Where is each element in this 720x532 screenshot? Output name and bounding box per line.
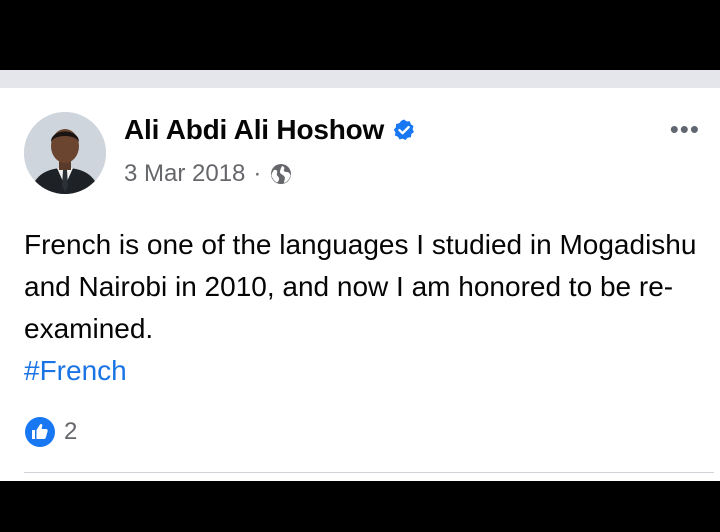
reaction-summary[interactable]: 2 <box>24 416 77 448</box>
hashtag-link[interactable]: #French <box>24 350 127 392</box>
feed-separator-strip <box>0 70 720 88</box>
post-date[interactable]: 3 Mar 2018 <box>124 160 245 188</box>
author-name[interactable]: Ali Abdi Ali Hoshow <box>124 114 384 146</box>
meta-separator: · <box>253 160 262 187</box>
more-options-icon[interactable]: ••• <box>670 114 700 145</box>
globe-icon <box>269 162 293 186</box>
post-body-text: French is one of the languages I studied… <box>24 229 697 344</box>
verified-badge-icon <box>392 118 416 142</box>
author-header: Ali Abdi Ali Hoshow <box>124 114 416 146</box>
reaction-divider <box>24 472 714 473</box>
like-icon <box>24 416 56 448</box>
screenshot-frame: Ali Abdi Ali Hoshow 3 Mar 2018 · ••• Fre… <box>0 0 720 532</box>
post-meta: 3 Mar 2018 · <box>124 160 293 188</box>
post-card: Ali Abdi Ali Hoshow 3 Mar 2018 · ••• Fre… <box>0 88 720 481</box>
like-count: 2 <box>64 418 78 445</box>
author-avatar[interactable] <box>24 112 106 194</box>
avatar-image <box>24 112 106 194</box>
